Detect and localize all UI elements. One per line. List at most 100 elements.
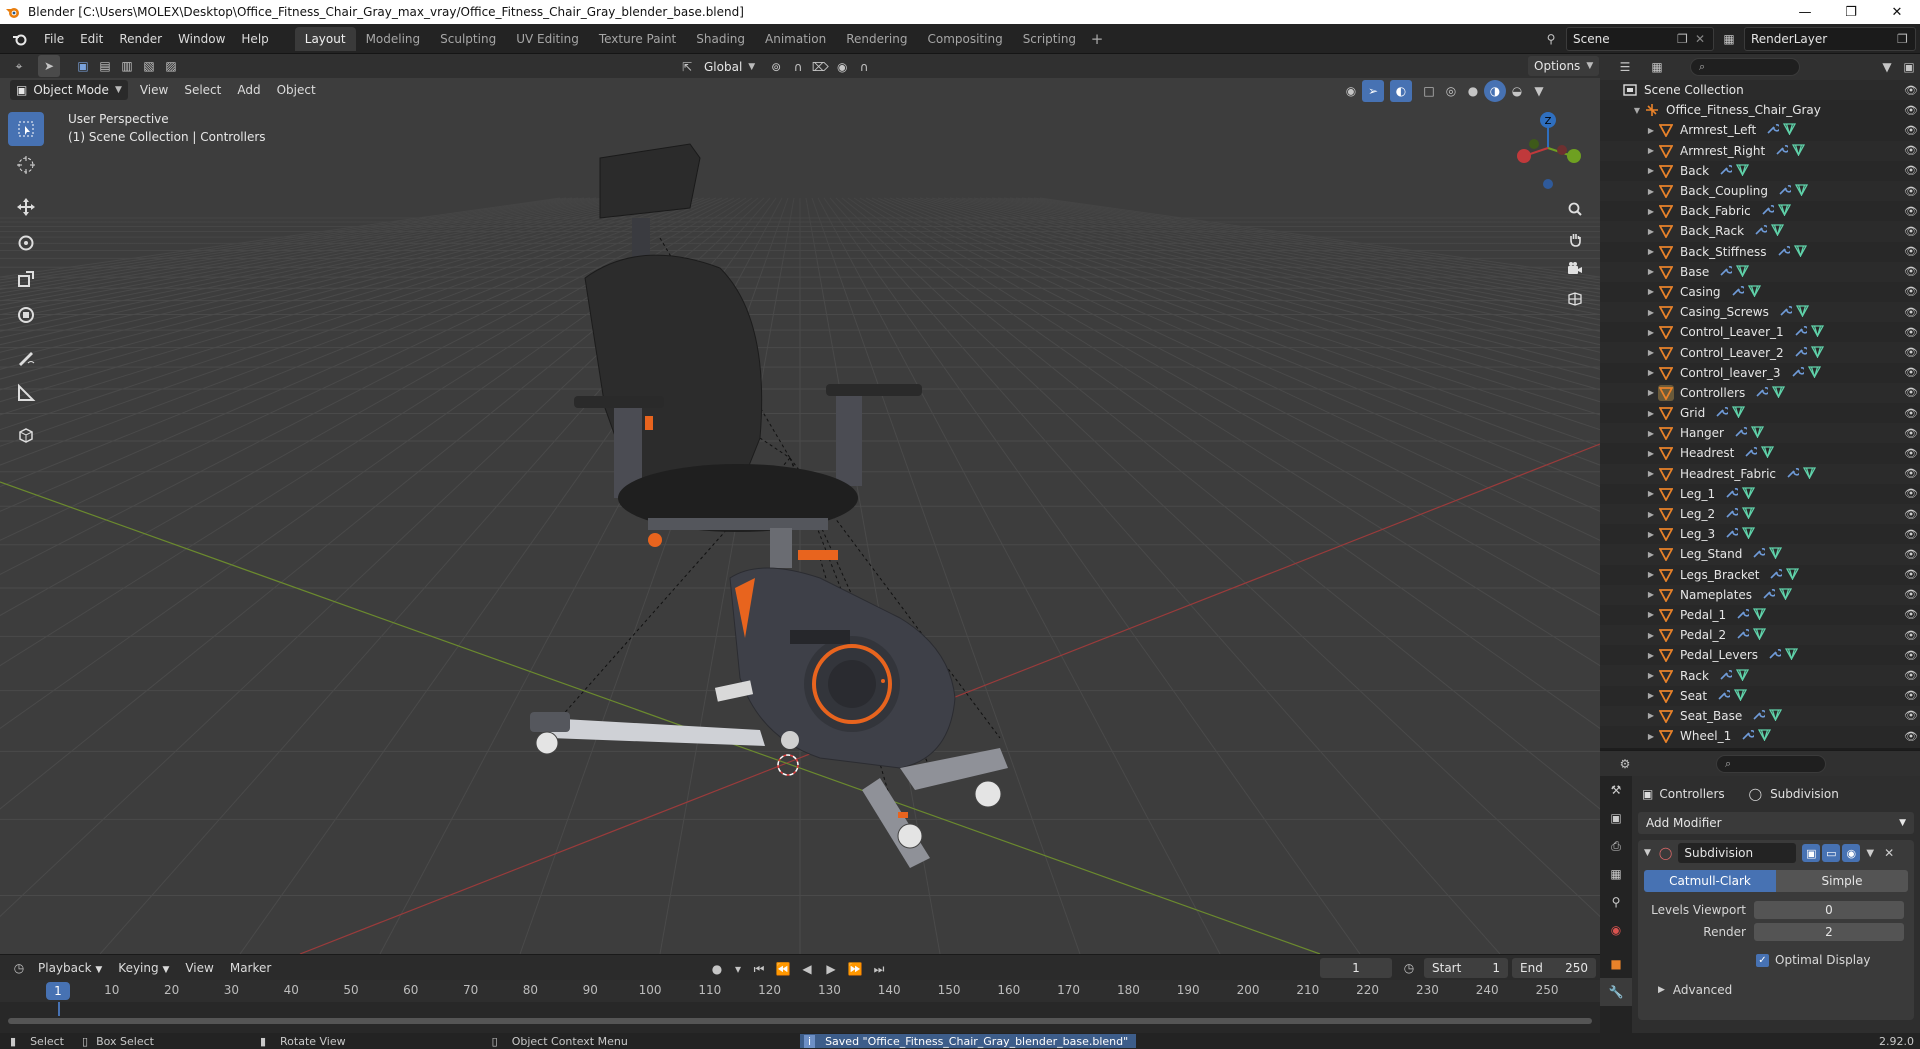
expand-chevron-icon[interactable]: ▶ — [1644, 409, 1658, 418]
wrench-modifier-icon[interactable] — [1717, 688, 1732, 704]
outliner-object-row[interactable]: ▶ Seat_Base 👁 — [1600, 705, 1920, 726]
select-new-icon[interactable]: ▣ — [72, 55, 94, 77]
mesh-data-icon[interactable] — [1793, 244, 1807, 260]
mesh-data-icon[interactable] — [1777, 203, 1791, 219]
rotate-tool[interactable] — [8, 226, 44, 260]
mesh-data-icon[interactable] — [1783, 122, 1797, 138]
shading-options-chevron-icon[interactable]: ▼ — [1528, 80, 1550, 102]
outliner-object-row[interactable]: ▶ Leg_1 👁 — [1600, 483, 1920, 504]
expand-chevron-icon[interactable]: ▶ — [1644, 510, 1658, 519]
wireframe-shading-icon[interactable]: ◎ — [1440, 80, 1462, 102]
mesh-data-icon[interactable] — [1750, 425, 1765, 441]
eye-icon[interactable]: 👁 — [1904, 84, 1918, 97]
expand-chevron-icon[interactable]: ▶ — [1644, 227, 1658, 236]
pivot-point-icon[interactable]: ⊚ — [765, 56, 787, 78]
wrench-modifier-icon[interactable] — [1786, 466, 1801, 482]
menu-window[interactable]: Window — [170, 24, 233, 54]
expand-chevron-icon[interactable]: ▶ — [1644, 368, 1658, 377]
menu-help[interactable]: Help — [233, 24, 276, 54]
wrench-modifier-icon[interactable] — [1725, 526, 1740, 542]
tab-scripting[interactable]: Scripting — [1013, 27, 1086, 51]
expand-chevron-icon[interactable]: ▶ — [1644, 732, 1658, 741]
modifier-menu-chevron-icon[interactable]: ▼ — [1866, 848, 1874, 859]
eye-icon[interactable]: 👁 — [1904, 144, 1918, 157]
mesh-data-icon[interactable] — [1772, 385, 1786, 401]
orthographic-grid-icon[interactable] — [1562, 286, 1588, 312]
expand-chevron-icon[interactable]: ▶ — [1644, 429, 1658, 438]
y-axis-icon[interactable] — [1567, 149, 1581, 163]
proportional-edit-icon[interactable]: ◉ — [831, 56, 853, 78]
menu-render[interactable]: Render — [111, 24, 170, 54]
record-icon[interactable]: ● — [706, 958, 728, 980]
copy-icon[interactable]: ❐ — [1897, 32, 1915, 46]
world-tab-icon[interactable]: ◉ — [1600, 916, 1632, 944]
mesh-data-icon[interactable] — [1810, 324, 1824, 340]
mesh-data-icon[interactable] — [1758, 728, 1772, 744]
tab-compositing[interactable]: Compositing — [917, 27, 1012, 51]
zoom-icon[interactable] — [1562, 196, 1588, 222]
wrench-modifier-icon[interactable] — [1719, 264, 1734, 280]
add-modifier-button[interactable]: Add Modifier ▼ — [1638, 812, 1914, 834]
navigation-gizmo[interactable]: Z — [1500, 108, 1596, 208]
scene-selector[interactable]: Scene ❐ ✕ — [1566, 27, 1714, 51]
close-window-button[interactable]: ✕ — [1874, 0, 1920, 24]
wrench-modifier-icon[interactable] — [1754, 223, 1769, 239]
select-invert-icon[interactable]: ▧ — [138, 55, 160, 77]
levels-viewport-field[interactable]: 0 — [1754, 901, 1904, 919]
timeline-editor-icon[interactable]: ◷ — [8, 957, 30, 979]
render-levels-field[interactable]: 2 — [1754, 923, 1904, 941]
outliner-object-row[interactable]: ▶ Casing_Screws 👁 — [1600, 302, 1920, 323]
options-dropdown[interactable]: Options ▼ — [1528, 56, 1600, 76]
outliner-object-row[interactable]: ▶ Back_Fabric 👁 — [1600, 201, 1920, 222]
wrench-modifier-icon[interactable] — [1762, 587, 1777, 603]
eye-icon[interactable]: 👁 — [1904, 386, 1918, 399]
outliner-object-row[interactable]: ▶ Grid 👁 — [1600, 403, 1920, 424]
mesh-data-icon[interactable] — [1761, 445, 1775, 461]
tool-tab-icon[interactable]: ⚒ — [1600, 776, 1632, 804]
mesh-data-icon[interactable] — [1794, 183, 1809, 199]
tab-rendering[interactable]: Rendering — [836, 27, 917, 51]
expand-chevron-icon[interactable]: ▶ — [1644, 711, 1658, 720]
copy-icon[interactable]: ❐ — [1677, 32, 1695, 46]
expand-chevron-icon[interactable]: ▶ — [1644, 166, 1658, 175]
modifier-tab-icon[interactable]: 🔧 — [1600, 978, 1632, 1006]
mesh-data-icon[interactable] — [1795, 304, 1809, 320]
snap-target-icon[interactable]: ⌦ — [809, 56, 831, 78]
outliner-object-row[interactable]: ▶ Wheel_1 👁 — [1600, 726, 1920, 747]
properties-editor-icon[interactable]: ⚙ — [1614, 753, 1636, 775]
expand-chevron-icon[interactable]: ▶ — [1644, 691, 1658, 700]
eye-icon[interactable]: 👁 — [1904, 588, 1918, 601]
eye-icon[interactable]: 👁 — [1904, 528, 1918, 541]
wrench-modifier-icon[interactable] — [1766, 122, 1781, 138]
edit-mode-toggle-icon[interactable]: ▣ — [1802, 844, 1821, 862]
eye-icon[interactable]: 👁 — [1904, 245, 1918, 258]
outliner-object-row[interactable]: ▶ Pedal_Levers 👁 — [1600, 645, 1920, 666]
outliner-object-row[interactable]: ▶ Back_Stiffness 👁 — [1600, 241, 1920, 262]
mesh-data-icon[interactable] — [1742, 486, 1756, 502]
select-subtract-icon[interactable]: ▥ — [116, 55, 138, 77]
wrench-modifier-icon[interactable] — [1752, 708, 1767, 724]
mesh-data-icon[interactable] — [1736, 163, 1750, 179]
wrench-modifier-icon[interactable] — [1725, 506, 1740, 522]
outliner-object-row[interactable]: ▶ Controllers 👁 — [1600, 382, 1920, 403]
tab-texture-paint[interactable]: Texture Paint — [589, 27, 686, 51]
outliner-object-row[interactable]: ▶ Nameplates 👁 — [1600, 584, 1920, 605]
eye-icon[interactable]: 👁 — [1904, 629, 1918, 642]
chair-bike-model[interactable] — [0, 78, 1600, 954]
expand-chevron-icon[interactable]: ▶ — [1644, 489, 1658, 498]
output-tab-icon[interactable]: ⎙ — [1600, 832, 1632, 860]
render-tab-icon[interactable]: ▣ — [1600, 804, 1632, 832]
blender-logo-icon[interactable] — [8, 27, 32, 51]
timeline-menu-keying[interactable]: Keying ▼ — [110, 961, 177, 975]
eye-icon[interactable]: 👁 — [1904, 265, 1918, 278]
eye-icon[interactable]: 👁 — [1904, 487, 1918, 500]
collection-row[interactable]: ▼ Office_Fitness_Chair_Gray 👁 — [1600, 100, 1920, 120]
current-frame-indicator[interactable]: 1 — [46, 982, 70, 1000]
expand-chevron-icon[interactable]: ▶ — [1644, 570, 1658, 579]
eye-icon[interactable]: 👁 — [1904, 709, 1918, 722]
x-axis-icon[interactable] — [1517, 149, 1531, 163]
catmull-clark-button[interactable]: Catmull-Clark — [1644, 870, 1776, 892]
outliner-object-row[interactable]: ▶ Armrest_Left 👁 — [1600, 120, 1920, 141]
expand-chevron-icon[interactable]: ▶ — [1644, 530, 1658, 539]
close-icon[interactable]: ✕ — [1695, 32, 1713, 46]
